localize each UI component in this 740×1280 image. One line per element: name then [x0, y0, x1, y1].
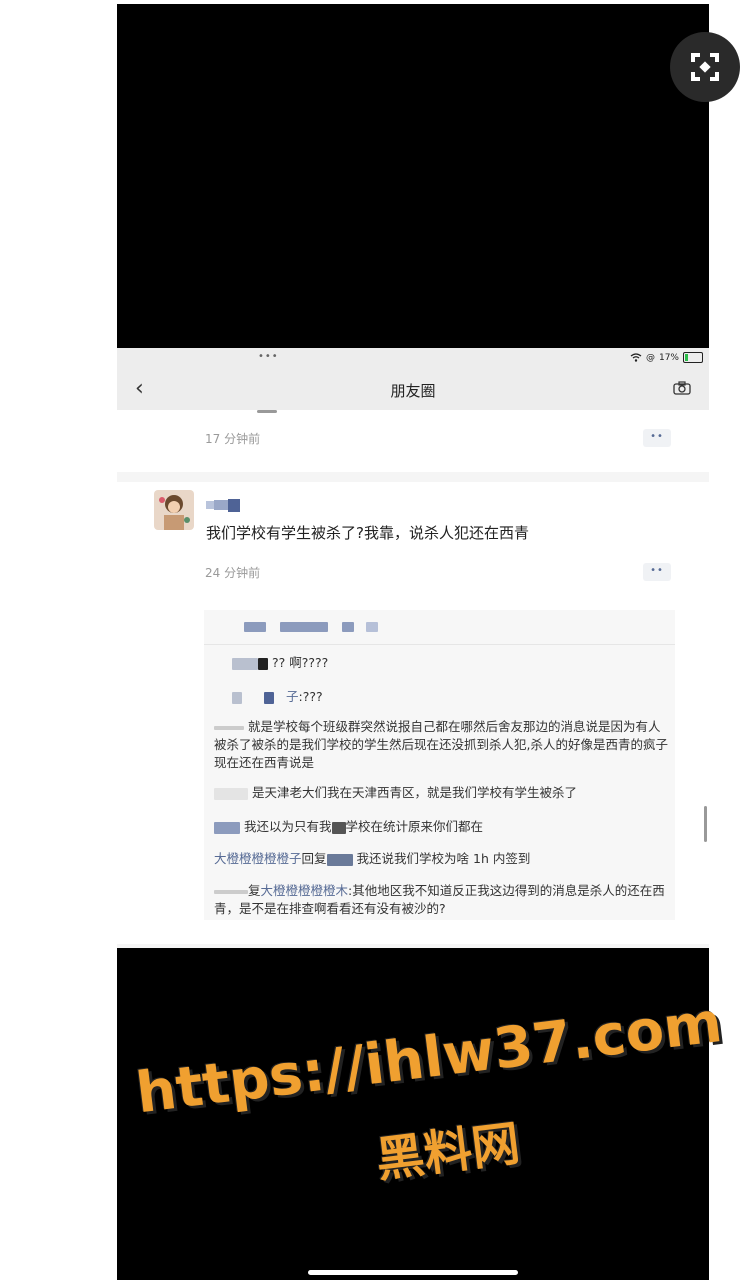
more-button[interactable]: •• [643, 563, 671, 581]
camera-icon[interactable] [673, 381, 691, 395]
reply-label: 复 [248, 883, 261, 898]
commenter-name[interactable]: 大橙橙橙橙橙子 [214, 851, 302, 866]
home-indicator[interactable] [308, 1270, 518, 1275]
moment-post: 17 分钟前 •• [117, 410, 709, 472]
multitask-dots: ••• [258, 351, 279, 362]
reply-label: 回复 [301, 851, 327, 866]
comment-text: 学校在统计原来你们都在 [345, 819, 484, 834]
moment-post: 我们学校有学生被杀了?我靠，说杀人犯还在西青 24 分钟前 •• ?? 啊???… [117, 482, 709, 944]
post-content: 我们学校有学生被杀了?我靠，说杀人犯还在西青 [206, 524, 529, 542]
more-button[interactable]: •• [643, 429, 671, 447]
blurred-like-name [280, 622, 328, 632]
blurred-commenter [232, 657, 258, 670]
blurred-commenter [214, 787, 248, 800]
comment-text: 我还以为只有我 [243, 819, 332, 834]
comment-text: 是天津老大们我在天津西青区，就是我们学校有学生被杀了 [251, 785, 577, 800]
expand-button[interactable] [670, 32, 740, 102]
blurred-like-name [342, 622, 354, 632]
comment-item: ?? 啊???? [232, 654, 687, 672]
blurred-like-name [366, 622, 378, 632]
avatar[interactable] [154, 490, 194, 530]
wifi-icon [630, 353, 642, 362]
post-time: 17 分钟前 [205, 432, 261, 446]
blurred-like-name [244, 622, 266, 632]
cropped-image-edge [257, 410, 277, 413]
comment-item: 我还以为只有我 学校在统计原来你们都在 [214, 818, 669, 836]
blurred-commenter [263, 691, 274, 704]
battery-text: 17% [658, 352, 679, 363]
comment-item: 子:??? [232, 688, 687, 706]
blurred-commenter [214, 821, 240, 834]
nav-bar: ‹ 朋友圈 [117, 370, 709, 411]
comment-item: 是天津老大们我在天津西青区，就是我们学校有学生被杀了 [214, 784, 669, 802]
commenter-name[interactable]: 子 [286, 689, 299, 704]
comment-item: 就是学校每个班级群突然说报自己都在哪然后舍友那边的消息说是因为有人被杀了被杀的是… [214, 718, 669, 772]
blurred-word [331, 821, 346, 834]
blurred-commenter [326, 853, 353, 866]
location-icon: @ [645, 352, 655, 363]
scrollbar[interactable] [704, 806, 707, 842]
comments-section: ?? 啊???? 子:??? 就是学校每个班级群突然说报自己都在哪然后舍友那边的… [204, 610, 675, 920]
commenter-name[interactable]: 大橙橙橙橙橙木 [261, 883, 349, 898]
expand-icon [691, 53, 719, 81]
comment-item: 复大橙橙橙橙橙木:其他地区我不知道反正我这边得到的消息是杀人的还在西青，是不是在… [214, 882, 669, 918]
blurred-commenter [214, 889, 248, 894]
post-time: 24 分钟前 [205, 566, 261, 580]
status-bar: ••• @ 17% [117, 348, 709, 370]
comment-text: 就是学校每个班级群突然说报自己都在哪然后舍友那边的消息说是因为有人被杀了被杀的是… [214, 719, 668, 770]
blurred-commenter [232, 691, 242, 704]
comment-text: 我还说我们学校为啥 1h 内签到 [356, 851, 531, 866]
page-title: 朋友圈 [390, 382, 436, 400]
comment-item: 大橙橙橙橙橙子回复 我还说我们学校为啥 1h 内签到 [214, 850, 669, 868]
blurred-commenter [214, 725, 244, 730]
comment-text: ?? 啊???? [271, 655, 329, 670]
blurred-username [206, 499, 240, 512]
blurred-commenter [258, 657, 268, 670]
likes-row [204, 610, 675, 645]
comment-text: :??? [298, 689, 323, 704]
watermark-site-name: 黑料网 [373, 1115, 523, 1189]
screenshot-content: ••• @ 17% ‹ 朋友圈 17 分钟前 •• 我们学校有学生被杀了?我靠，… [117, 348, 709, 948]
battery-icon [683, 352, 703, 363]
